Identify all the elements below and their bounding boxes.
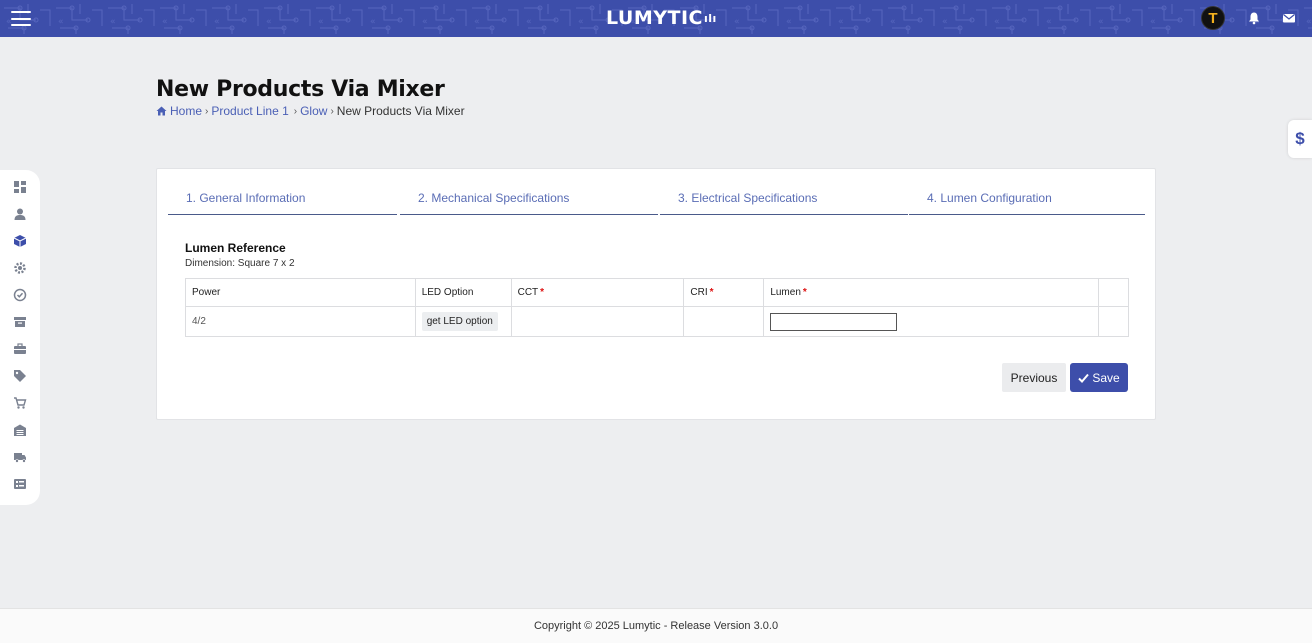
chevron-right-icon: › xyxy=(330,105,334,117)
cube-icon[interactable] xyxy=(13,234,27,248)
pricing-tab[interactable]: $ xyxy=(1288,120,1312,158)
step-electrical-specifications[interactable]: 3. Electrical Specifications xyxy=(660,189,908,215)
check-icon xyxy=(1078,373,1090,383)
cart-icon[interactable] xyxy=(13,396,27,410)
truck-icon[interactable] xyxy=(13,450,27,464)
mail-icon[interactable] xyxy=(1282,11,1296,25)
brand-bars-icon: ılı xyxy=(704,12,717,25)
gear-icon[interactable] xyxy=(13,261,27,275)
cell-lumen xyxy=(763,306,1099,337)
step-general-information[interactable]: 1. General Information xyxy=(168,189,397,215)
lumen-table: Power LED Option CCT * CRI * Lumen * 4/2 ge… xyxy=(185,278,1130,337)
cell-cct xyxy=(510,306,685,337)
step-mechanical-specifications[interactable]: 2. Mechanical Specifications xyxy=(400,189,658,215)
dashboard-icon[interactable] xyxy=(13,180,27,194)
required-marker: * xyxy=(709,287,714,298)
form-card: 1. General Information 2. Mechanical Spe… xyxy=(156,168,1156,420)
column-header-actions xyxy=(1097,278,1130,307)
save-button[interactable]: Save xyxy=(1070,363,1128,392)
column-header-cri: CRI * xyxy=(683,278,765,307)
briefcase-icon[interactable] xyxy=(13,342,27,356)
breadcrumb-glow[interactable]: Glow xyxy=(300,104,327,118)
left-sidebar xyxy=(0,170,40,505)
avatar[interactable]: T xyxy=(1201,6,1225,30)
archive-icon[interactable] xyxy=(13,315,27,329)
bell-icon[interactable] xyxy=(1247,11,1261,25)
cell-actions xyxy=(1097,306,1130,337)
section-title: Lumen Reference xyxy=(185,241,286,255)
breadcrumb-home[interactable]: Home xyxy=(170,104,202,118)
column-header-led-option: LED Option xyxy=(414,278,512,307)
menu-icon[interactable] xyxy=(11,11,31,26)
chevron-right-icon: › xyxy=(293,105,298,117)
table-header-row: Power LED Option CCT * CRI * Lumen * xyxy=(185,278,1130,307)
breadcrumb-current: New Products Via Mixer xyxy=(336,104,465,118)
section-subtitle: Dimension: Square 7 x 2 xyxy=(185,258,295,269)
column-header-power: Power xyxy=(185,278,416,307)
lumen-input[interactable] xyxy=(770,312,898,331)
required-marker: * xyxy=(802,287,807,298)
previous-button[interactable]: Previous xyxy=(1002,363,1066,392)
warehouse-icon[interactable] xyxy=(13,423,27,437)
check-circle-icon[interactable] xyxy=(13,288,27,302)
cell-led-option: get LED option xyxy=(414,306,512,337)
required-marker: * xyxy=(540,287,545,298)
cell-power: 4/2 xyxy=(185,306,416,337)
breadcrumb-product-line[interactable]: Product Line 1 xyxy=(211,104,288,118)
brand-text: LUMYTIC xyxy=(606,7,703,29)
column-header-lumen: Lumen * xyxy=(763,278,1099,307)
cell-cri xyxy=(683,306,765,337)
step-lumen-configuration[interactable]: 4. Lumen Configuration xyxy=(909,189,1145,215)
top-bar: « LUMYTICılı T xyxy=(0,0,1312,37)
save-button-label: Save xyxy=(1092,370,1120,385)
column-header-cct: CCT * xyxy=(510,278,685,307)
wizard-steps: 1. General Information 2. Mechanical Spe… xyxy=(168,189,1145,215)
get-led-option-button[interactable]: get LED option xyxy=(421,312,498,331)
home-icon xyxy=(156,106,167,116)
user-icon[interactable] xyxy=(13,207,27,221)
table-row: 4/2 get LED option xyxy=(185,306,1130,337)
footer: Copyright © 2025 Lumytic - Release Versi… xyxy=(0,608,1312,643)
tag-icon[interactable] xyxy=(13,369,27,383)
list-icon[interactable] xyxy=(13,477,27,491)
breadcrumb: Home › Product Line 1 › Glow › New Produ… xyxy=(156,104,465,118)
chevron-right-icon: › xyxy=(205,105,209,117)
page-title: New Products Via Mixer xyxy=(156,77,445,102)
brand-logo[interactable]: LUMYTICılı xyxy=(606,7,717,29)
